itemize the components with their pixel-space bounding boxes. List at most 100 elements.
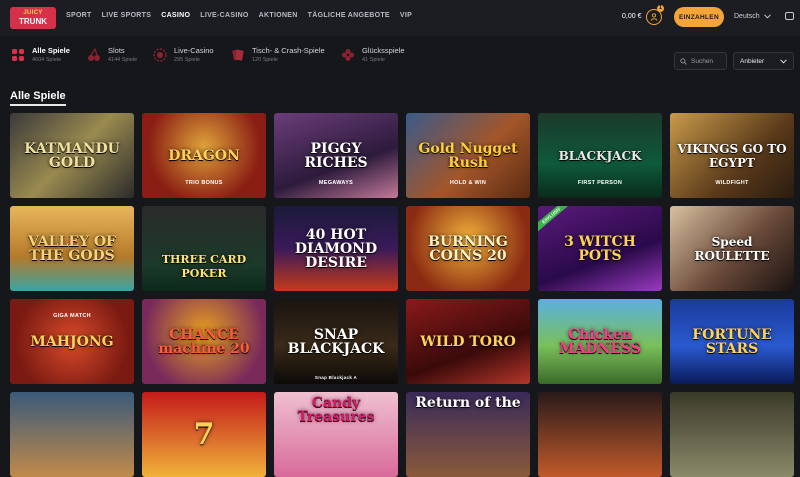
category-count: 4604 Spiele <box>32 57 62 63</box>
nav-item-sport[interactable]: SPORT <box>66 12 92 19</box>
language-selector[interactable]: Deutsch <box>734 13 771 20</box>
user-icon <box>650 13 658 21</box>
category-label: Alle Spiele <box>32 46 70 55</box>
category-label: Slots <box>108 46 125 55</box>
game-title: VIKINGS GO TO EGYPT <box>677 141 787 170</box>
main-nav: SPORT LIVE SPORTS CASINO LIVE-CASINO AKT… <box>66 12 412 19</box>
game-title: PIGGY RICHES <box>304 140 368 171</box>
game-subtitle: MEGAWAYS <box>318 180 354 186</box>
game-tile[interactable] <box>10 392 134 477</box>
deposit-button[interactable]: EINZAHLEN <box>674 7 724 27</box>
game-subtitle: TRIO BONUS <box>185 180 223 186</box>
category-live-casino[interactable]: Live-Casino 295 Spiele <box>152 46 214 64</box>
exclusive-badge: EXKLUSIV <box>538 206 575 236</box>
category-count: 120 Spiele <box>252 57 278 63</box>
game-tile[interactable]: EXKLUSIV 3 WITCH POTS <box>538 206 662 291</box>
game-title: DRAGON <box>168 147 240 164</box>
brand-logo-line1: JUICY <box>23 10 43 16</box>
game-tile[interactable]: KATMANDU GOLD <box>10 113 134 198</box>
game-tile[interactable]: SNAP BLACKJACK Snap Blackjack A <box>274 299 398 384</box>
game-title: FORTUNE STARS <box>692 326 772 357</box>
category-label: Tisch- & Crash-Spiele <box>252 46 325 55</box>
game-tile[interactable]: Candy Treasures <box>274 392 398 477</box>
game-subtitle: HOLD & WIN <box>449 180 487 186</box>
game-title: THREE CARD POKER <box>161 253 247 280</box>
game-tile[interactable]: CHANCE machine 20 <box>142 299 266 384</box>
game-title: VALLEY OF THE GODS <box>28 233 116 264</box>
category-slots[interactable]: Slots 4144 Spiele <box>86 46 137 64</box>
cherries-icon <box>86 47 102 63</box>
game-subtitle: FIRST PERSON <box>577 180 623 186</box>
game-title: MAHJONG <box>30 333 114 350</box>
nav-item-live-sports[interactable]: LIVE SPORTS <box>102 12 152 19</box>
game-subtitle: GIGA MATCH <box>53 313 91 319</box>
section-underline <box>10 104 66 106</box>
game-title: Return of the <box>415 395 521 411</box>
category-count: 4144 Spiele <box>108 57 138 63</box>
game-title: WILD TORO <box>420 333 516 350</box>
game-tile[interactable]: Return of the <box>406 392 530 477</box>
brand-logo-line2: TRUNK <box>19 17 47 26</box>
game-grid: KATMANDU GOLD DRAGON TRIO BONUS PIGGY RIC… <box>10 113 795 477</box>
game-tile[interactable]: WILD TORO <box>406 299 530 384</box>
game-tile[interactable]: MAHJONG GIGA MATCH <box>10 299 134 384</box>
category-lottery[interactable]: Glücksspiele 41 Spiele <box>340 46 405 64</box>
game-tile[interactable]: 7 <box>142 392 266 477</box>
game-title: CHANCE machine 20 <box>158 326 250 357</box>
search-input[interactable]: Suchen <box>674 52 727 70</box>
provider-label: Anbieter <box>740 57 765 65</box>
nav-item-casino[interactable]: CASINO <box>161 12 190 19</box>
chevron-down-icon <box>780 58 787 64</box>
game-tile[interactable]: Gold Nugget Rush HOLD & WIN <box>406 113 530 198</box>
game-tile[interactable]: FORTUNE STARS <box>670 299 794 384</box>
game-title: Chicken MADNESS <box>559 326 641 357</box>
game-title: Gold Nugget Rush <box>418 140 518 171</box>
game-title: Candy Treasures <box>297 395 375 425</box>
category-count: 295 Spiele <box>174 57 200 63</box>
game-title: BLACKJACK <box>558 148 642 163</box>
search-placeholder: Suchen <box>691 57 714 65</box>
game-title: KATMANDU GOLD <box>24 140 120 171</box>
grid-icon <box>10 47 26 63</box>
category-count: 41 Spiele <box>362 57 385 63</box>
game-title: 40 HOT DIAMOND DESIRE <box>294 226 378 271</box>
game-tile[interactable]: Chicken MADNESS <box>538 299 662 384</box>
language-label: Deutsch <box>734 13 760 20</box>
game-tile[interactable] <box>670 392 794 477</box>
game-tile[interactable]: DRAGON TRIO BONUS <box>142 113 266 198</box>
game-tile[interactable]: Speed ROULETTE <box>670 206 794 291</box>
category-label: Live-Casino <box>174 46 214 55</box>
game-tile[interactable]: VIKINGS GO TO EGYPT WILDFIGHT <box>670 113 794 198</box>
section-title: Alle Spiele <box>10 90 66 102</box>
category-table-crash[interactable]: Tisch- & Crash-Spiele 120 Spiele <box>230 46 325 64</box>
game-tile[interactable]: THREE CARD POKER <box>142 206 266 291</box>
nav-item-aktionen[interactable]: AKTIONEN <box>259 12 298 19</box>
game-tile[interactable]: VALLEY OF THE GODS <box>10 206 134 291</box>
game-tile[interactable]: BURNING COINS 20 <box>406 206 530 291</box>
chat-icon[interactable] <box>785 12 794 20</box>
game-title: 7 <box>193 416 215 452</box>
game-tile[interactable] <box>538 392 662 477</box>
game-tile[interactable]: 40 HOT DIAMOND DESIRE <box>274 206 398 291</box>
top-navigation-bar: JUICY TRUNK SPORT LIVE SPORTS CASINO LIV… <box>0 0 800 36</box>
game-tile[interactable]: PIGGY RICHES MEGAWAYS <box>274 113 398 198</box>
clover-icon <box>340 47 356 63</box>
cards-icon <box>230 47 246 63</box>
roulette-chip-icon <box>152 47 168 63</box>
nav-item-daily-offers[interactable]: TÄGLICHE ANGEBOTE <box>308 12 390 19</box>
game-title: BURNING COINS 20 <box>428 233 508 264</box>
game-title: 3 WITCH POTS <box>564 233 636 264</box>
game-subtitle: Snap Blackjack A <box>314 375 358 380</box>
category-label: Glücksspiele <box>362 46 405 55</box>
game-subtitle: WILDFIGHT <box>715 180 749 186</box>
notification-badge[interactable]: 1 <box>657 5 664 12</box>
nav-item-live-casino[interactable]: LIVE-CASINO <box>200 12 248 19</box>
chevron-down-icon <box>763 14 771 19</box>
provider-dropdown[interactable]: Anbieter <box>733 52 794 70</box>
search-icon <box>680 57 687 65</box>
game-tile[interactable]: BLACKJACK FIRST PERSON <box>538 113 662 198</box>
game-title: Speed ROULETTE <box>694 234 770 263</box>
brand-logo[interactable]: JUICY TRUNK <box>10 7 56 29</box>
category-all-games[interactable]: Alle Spiele 4604 Spiele <box>10 46 70 64</box>
nav-item-vip[interactable]: VIP <box>400 12 412 19</box>
